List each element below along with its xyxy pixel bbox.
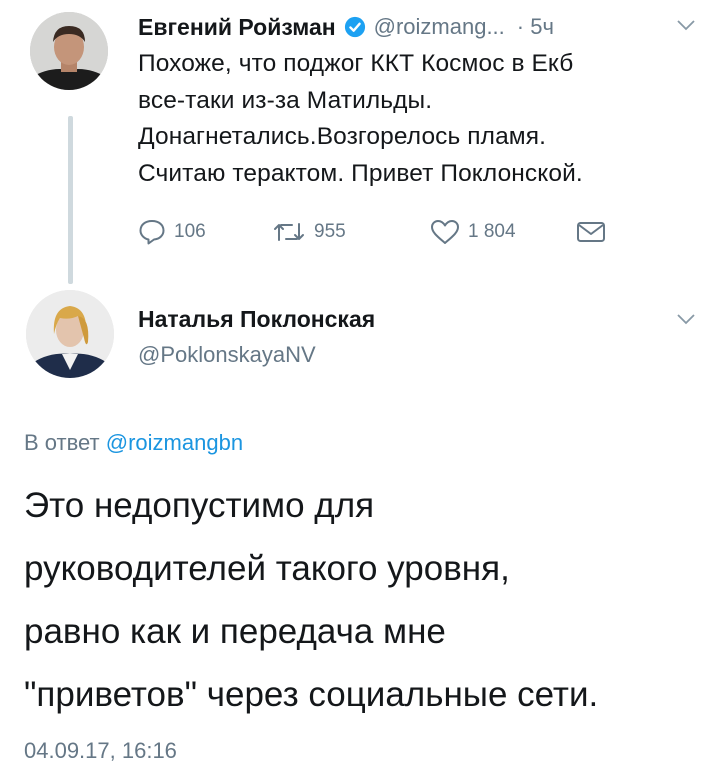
reply-button[interactable]: 106: [138, 219, 272, 245]
author-name[interactable]: Евгений Ройзман: [138, 14, 336, 41]
avatar-poklonskaya[interactable]: [26, 290, 114, 378]
tweet1-text: Похоже, что поджог ККТ Космос в Екб все-…: [138, 46, 698, 192]
tweet-text-line: Считаю терактом. Привет Поклонской.: [138, 159, 583, 187]
reply-count: 106: [174, 221, 206, 242]
like-button[interactable]: 1 804: [430, 219, 576, 245]
tweet-text-line: руководителей такого уровня,: [24, 549, 510, 588]
tweet-text-line: Донагнетались.Возгорелось пламя.: [138, 123, 547, 150]
reply-context: В ответ @roizmangbn: [24, 430, 243, 456]
retweet-button[interactable]: 955: [272, 220, 430, 244]
tweet-timestamp[interactable]: 04.09.17, 16:16: [24, 738, 177, 764]
direct-message-icon: [577, 222, 605, 242]
tweet-time[interactable]: · 5ч: [517, 14, 554, 40]
author-handle[interactable]: @roizmang...: [374, 14, 505, 40]
chevron-down-icon[interactable]: [676, 312, 696, 326]
tweet2-text: Это недопустимо для руководителей такого…: [24, 474, 714, 726]
reply-prefix: В ответ: [24, 430, 100, 455]
tweet-text-line: "приветов" через социальные сети.: [24, 675, 599, 714]
reply-handle-link[interactable]: @roizmangbn: [106, 430, 243, 455]
author-name[interactable]: Наталья Поклонская: [138, 306, 375, 333]
chevron-down-icon[interactable]: [676, 18, 696, 32]
direct-message-button[interactable]: [576, 220, 606, 244]
tweet-text-line: Похоже, что поджог ККТ Космос в Екб: [138, 50, 574, 77]
tweet1-actions: 106 955 1 804: [138, 214, 606, 250]
tweet-text-line: равно как и передача мне: [24, 612, 446, 651]
avatar-poklonskaya-image: [26, 290, 114, 378]
avatar-roizman-image: [30, 12, 108, 90]
tweet1-header: Евгений Ройзман @roizmang... · 5ч: [138, 10, 554, 44]
author-handle[interactable]: @PoklonskayaNV: [138, 342, 316, 368]
verified-badge-icon: [344, 16, 365, 38]
tweet-text-line: Это недопустимо для: [24, 486, 375, 525]
avatar-roizman[interactable]: [30, 12, 108, 90]
retweet-count: 955: [314, 221, 346, 242]
reply-icon: [139, 220, 165, 245]
like-count: 1 804: [468, 221, 516, 242]
retweet-icon: [274, 223, 304, 241]
like-icon: [431, 220, 459, 244]
thread-connector-line: [68, 116, 73, 284]
tweet-text-line: все-таки из-за Матильды.: [138, 86, 433, 114]
